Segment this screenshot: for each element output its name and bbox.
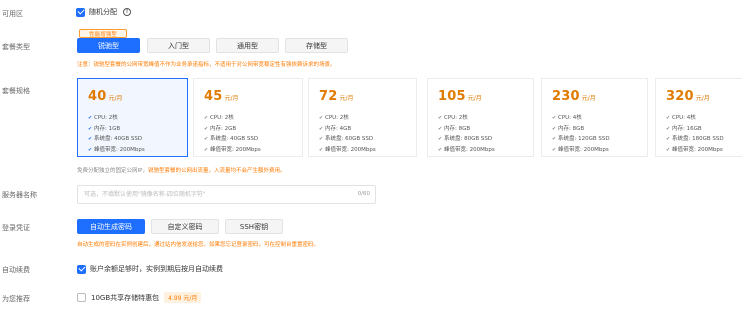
card-price: 40 xyxy=(88,89,107,104)
package-spec-footnote: 免费分配独立的固定公网IP，锐驰型套餐的公网出流量，入流量均不会产生额外费用。 xyxy=(77,166,285,174)
login-credential-label: 登录凭证 xyxy=(2,224,30,232)
card-price-unit: 元/月 xyxy=(339,95,354,102)
card-spec-memory: ✔ 内存: 16GB xyxy=(666,126,702,132)
auto-renew-checkbox[interactable]: 账户余额足够时，实例到期后按月自动续费 xyxy=(77,264,223,274)
server-name-input[interactable] xyxy=(78,186,338,203)
recommend-label: 为您推荐 xyxy=(2,295,30,303)
footnote-prefix: 免费分配独立的固定公网IP， xyxy=(77,168,148,174)
card-spec-disk: ✔ 系统盘: 80GB SSD xyxy=(438,136,493,142)
auto-renew-text: 账户余额足够时，实例到期后按月自动续费 xyxy=(90,265,223,273)
card-price-unit: 元/月 xyxy=(108,95,123,102)
card-price: 105 xyxy=(438,89,466,104)
card-spec-cpu: ✔ CPU: 2核 xyxy=(438,115,468,121)
server-name-field[interactable]: 0/60 xyxy=(77,185,376,204)
tab-package-general[interactable]: 通用型 xyxy=(216,38,279,53)
char-counter: 0/60 xyxy=(357,191,370,197)
server-name-label: 服务器名称 xyxy=(2,191,37,199)
checkbox-checked-icon[interactable] xyxy=(76,7,85,17)
card-spec-memory: ✔ 内存: 2GB xyxy=(204,126,237,132)
tab-custom-password[interactable]: 自定义密码 xyxy=(151,219,219,234)
random-assign-checkbox[interactable]: 随机分配 ! xyxy=(76,7,131,17)
card-price-unit: 元/月 xyxy=(467,95,482,102)
card-spec-memory: ✔ 内存: 8GB xyxy=(552,126,585,132)
availability-zone-label: 可用区 xyxy=(2,10,23,18)
tab-ssh-key[interactable]: SSH密钥 xyxy=(225,219,283,234)
card-spec-cpu: ✔ CPU: 2核 xyxy=(319,115,349,121)
card-spec-bandwidth: ✔ 峰值带宽: 200Mbps xyxy=(552,147,609,153)
package-spec-label: 套餐规格 xyxy=(2,87,30,95)
random-assign-label: 随机分配 xyxy=(89,8,117,16)
storage-pack-text: 10GB共享存储特惠包 xyxy=(91,293,160,302)
card-spec-cpu: ✔ CPU: 4核 xyxy=(666,115,696,121)
card-spec-cpu: ✔ CPU: 2核 xyxy=(204,115,234,121)
card-price: 72 xyxy=(319,89,338,104)
card-spec-bandwidth: ✔ 峰值带宽: 200Mbps xyxy=(666,147,723,153)
card-spec-memory: ✔ 内存: 8GB xyxy=(438,126,471,132)
card-price: 320 xyxy=(666,89,694,104)
spec-card-105[interactable]: 105 元/月 ✔ CPU: 2核 ✔ 内存: 8GB ✔ 系统盘: 80GB SSD … xyxy=(427,78,534,157)
footnote-highlight: 锐驰型套餐的公网出流量，入流量均不会产生额外费用。 xyxy=(147,168,286,174)
login-credential-note: 自动生成的密码在实例创建后，通过站内信发送给您。如果您忘记登录密码，可在控制台重… xyxy=(77,242,320,248)
package-type-note: 注意：锐驰型套餐的公网带宽峰值不作为业务承诺指标，不适用于对公网带宽稳定性有强依… xyxy=(77,62,336,68)
card-spec-disk: ✔ 系统盘: 60GB SSD xyxy=(319,136,374,142)
card-price-unit: 元/月 xyxy=(224,95,239,102)
card-price: 230 xyxy=(552,89,580,104)
spec-card-45[interactable]: 45 元/月 ✔ CPU: 2核 ✔ 内存: 2GB ✔ 系统盘: 40GB SSD ✔… xyxy=(193,78,303,157)
card-spec-bandwidth: ✔ 峰值带宽: 200Mbps xyxy=(438,147,495,153)
spec-card-320[interactable]: 320 元/月 ✔ CPU: 4核 ✔ 内存: 16GB ✔ 系统盘: 180GB SS… xyxy=(655,78,742,157)
info-icon[interactable]: ! xyxy=(123,8,131,16)
card-spec-memory: ✔ 内存: 4GB xyxy=(319,126,352,132)
card-spec-disk: ✔ 系统盘: 40GB SSD xyxy=(88,136,143,142)
tab-auto-password[interactable]: 自动生成密码 xyxy=(77,219,145,234)
package-type-label: 套餐类型 xyxy=(2,43,30,51)
storage-pack-checkbox[interactable]: 10GB共享存储特惠包 4.99 元/月 xyxy=(77,292,202,303)
checkbox-unchecked-icon[interactable] xyxy=(77,293,86,302)
card-spec-disk: ✔ 系统盘: 180GB SSD xyxy=(666,136,724,142)
card-spec-memory: ✔ 内存: 1GB xyxy=(88,126,121,132)
card-spec-disk: ✔ 系统盘: 40GB SSD xyxy=(204,136,259,142)
spec-card-72[interactable]: 72 元/月 ✔ CPU: 2核 ✔ 内存: 4GB ✔ 系统盘: 60GB SSD ✔… xyxy=(308,78,417,157)
spec-card-230[interactable]: 230 元/月 ✔ CPU: 4核 ✔ 内存: 8GB ✔ 系统盘: 120GB SSD… xyxy=(541,78,648,157)
checkbox-checked-icon[interactable] xyxy=(77,264,86,274)
tab-package-storage[interactable]: 存储型 xyxy=(285,38,348,53)
card-price-unit: 元/月 xyxy=(581,95,596,102)
card-price: 45 xyxy=(204,89,223,104)
card-spec-bandwidth: ✔ 峰值带宽: 200Mbps xyxy=(88,147,145,153)
card-spec-cpu: ✔ CPU: 4核 xyxy=(552,115,582,121)
storage-pack-price-tag: 4.99 元/月 xyxy=(164,292,202,303)
performance-badge: 性能增强型 xyxy=(79,29,127,38)
tab-package-ruichi[interactable]: 锐驰型 xyxy=(77,38,140,53)
card-price-unit: 元/月 xyxy=(695,95,710,102)
card-spec-bandwidth: ✔ 峰值带宽: 200Mbps xyxy=(319,147,376,153)
tab-package-entry[interactable]: 入门型 xyxy=(147,38,210,53)
card-spec-cpu: ✔ CPU: 2核 xyxy=(88,115,118,121)
card-spec-disk: ✔ 系统盘: 120GB SSD xyxy=(552,136,610,142)
auto-renew-label: 自动续费 xyxy=(2,266,30,274)
card-spec-bandwidth: ✔ 峰值带宽: 200Mbps xyxy=(204,147,261,153)
spec-card-40[interactable]: 40 元/月 ✔ CPU: 2核 ✔ 内存: 1GB ✔ 系统盘: 40GB SSD ✔… xyxy=(77,78,188,157)
